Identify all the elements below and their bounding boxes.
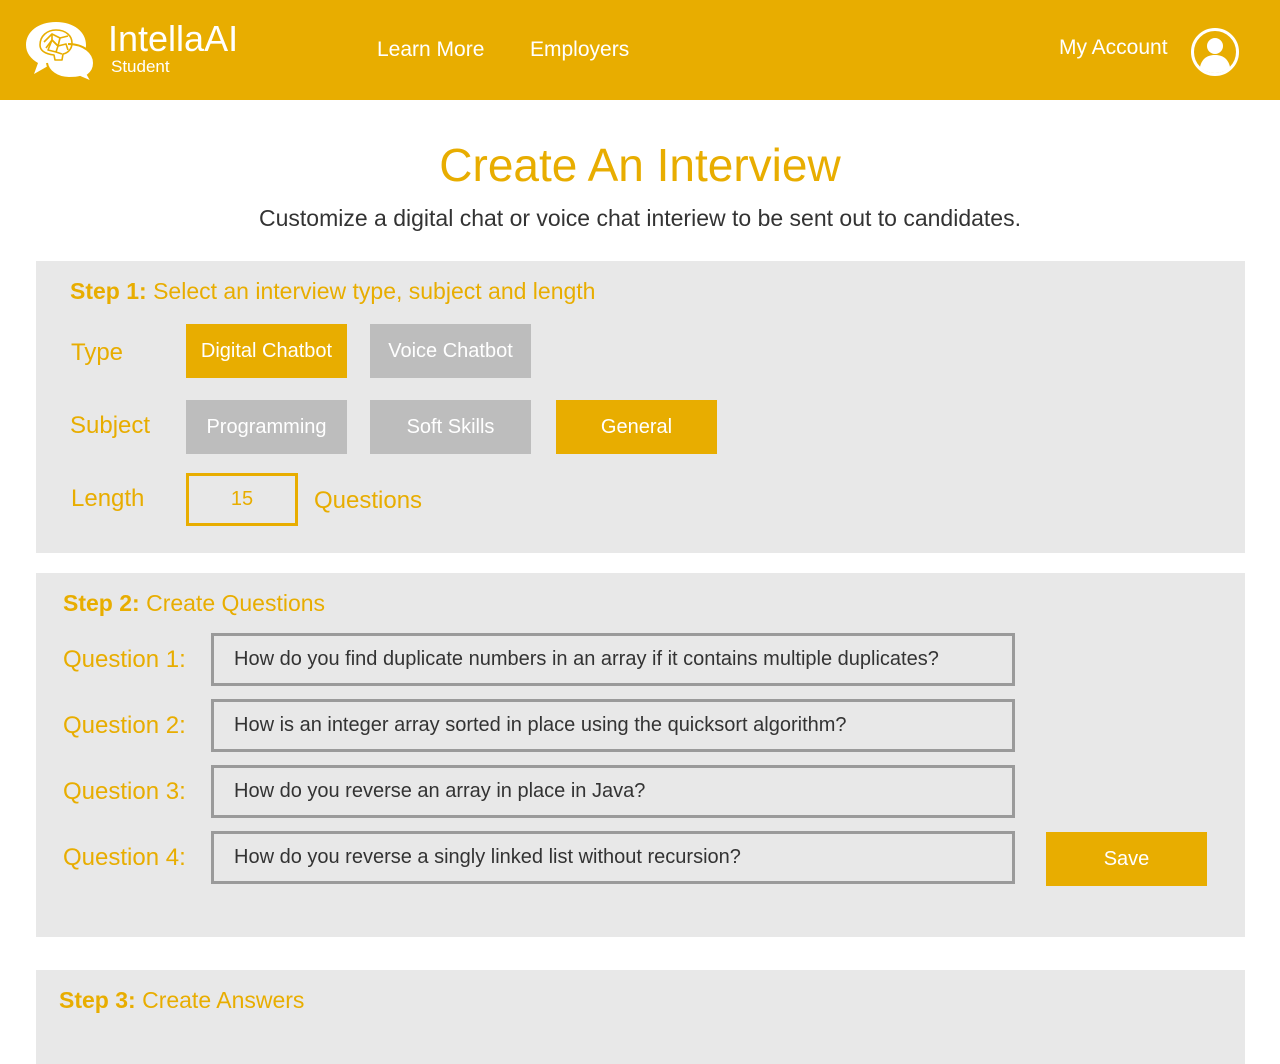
subject-option-programming[interactable]: Programming [186, 400, 347, 454]
question-3-label: Question 3: [63, 778, 186, 805]
length-unit-label: Questions [314, 487, 423, 514]
nav-learn-more[interactable]: Learn More [377, 37, 484, 63]
step-1-heading: Step 1: Select an interview type, subjec… [70, 277, 595, 305]
step-2-number: Step 2: [63, 590, 140, 616]
question-1-input[interactable]: How do you find duplicate numbers in an … [211, 633, 1015, 686]
step-1-number: Step 1: [70, 278, 147, 304]
question-3-input[interactable]: How do you reverse an array in place in … [211, 765, 1015, 818]
step-1-panel: Step 1: Select an interview type, subjec… [36, 261, 1245, 553]
top-navigation-bar: IntellaAI Student Learn More Employers M… [0, 0, 1280, 100]
question-4-input[interactable]: How do you reverse a singly linked list … [211, 831, 1015, 884]
page-title: Create An Interview [439, 139, 841, 191]
length-input[interactable]: 15 [186, 473, 298, 526]
my-account-link[interactable]: My Account [1059, 35, 1168, 61]
page-subtitle: Customize a digital chat or voice chat i… [259, 205, 1021, 231]
question-1-label: Question 1: [63, 646, 186, 673]
step-3-panel: Step 3: Create Answers [36, 970, 1245, 1064]
question-2-input[interactable]: How is an integer array sorted in place … [211, 699, 1015, 752]
subject-option-soft-skills[interactable]: Soft Skills [370, 400, 531, 454]
question-2-label: Question 2: [63, 712, 186, 739]
subject-option-general[interactable]: General [556, 400, 717, 454]
brain-chat-bubble-icon[interactable] [22, 18, 98, 84]
save-button[interactable]: Save [1046, 832, 1207, 886]
question-4-label: Question 4: [63, 844, 186, 871]
nav-employers[interactable]: Employers [530, 37, 629, 63]
step-3-number: Step 3: [59, 987, 136, 1013]
subject-label: Subject [70, 412, 151, 439]
step-3-title: Create Answers [142, 987, 305, 1013]
user-avatar-icon[interactable] [1191, 28, 1239, 76]
step-1-title: Select an interview type, subject and le… [153, 278, 596, 304]
brand-name: IntellaAI [108, 18, 239, 59]
length-label: Length [71, 485, 145, 512]
step-2-title: Create Questions [146, 590, 326, 616]
type-label: Type [71, 339, 124, 366]
step-3-heading: Step 3: Create Answers [59, 986, 304, 1014]
step-2-panel: Step 2: Create Questions Question 1: How… [36, 573, 1245, 937]
brand-subtitle: Student [111, 57, 170, 76]
type-option-voice-chatbot[interactable]: Voice Chatbot [370, 324, 531, 378]
step-2-heading: Step 2: Create Questions [63, 589, 325, 617]
type-option-digital-chatbot[interactable]: Digital Chatbot [186, 324, 347, 378]
